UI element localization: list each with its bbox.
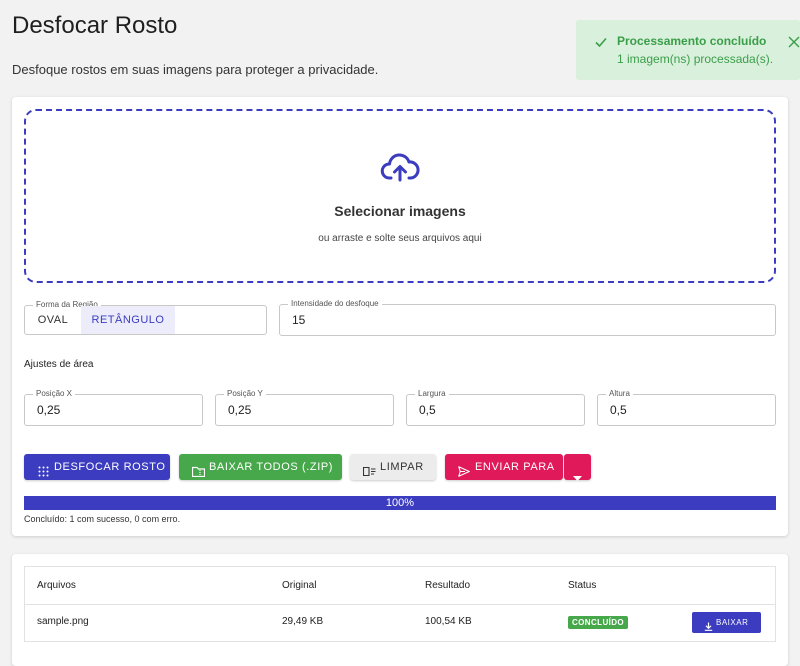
progress-percent: 100% <box>385 497 415 509</box>
check-icon <box>594 35 608 54</box>
header-status: Status <box>568 580 597 591</box>
clear-list-icon <box>362 461 376 487</box>
success-toast: Processamento concluído 1 imagem(ns) pro… <box>576 20 800 80</box>
height-input[interactable] <box>610 395 752 425</box>
dropzone-hint: ou arraste e solte seus arquivos aqui <box>318 233 482 244</box>
header-files: Arquivos <box>37 580 76 591</box>
toast-message: 1 imagem(ns) processada(s). <box>617 52 774 66</box>
header-divider <box>25 604 775 605</box>
row-result-size: 100,54 KB <box>425 616 472 627</box>
region-shape-toggle: Forma da Região OVAL RETÂNGULO <box>24 300 267 335</box>
row-file-name: sample.png <box>37 616 89 627</box>
position-y-input[interactable] <box>228 395 370 425</box>
shape-option-rectangle[interactable]: RETÂNGULO <box>81 306 175 334</box>
download-file-button[interactable]: BAIXAR <box>692 612 761 633</box>
blur-intensity-field: Intensidade do desfoque <box>279 299 776 336</box>
progress-status: Concluído: 1 com sucesso, 0 com erro. <box>24 514 181 524</box>
image-dropzone[interactable]: Selecionar imagens ou arraste e solte se… <box>24 109 776 283</box>
grid-blur-icon <box>38 461 49 487</box>
clear-label: LIMPAR <box>380 461 424 473</box>
cloud-upload-icon <box>380 151 420 188</box>
download-all-zip-button[interactable]: BAIXAR TODOS (.ZIP) <box>179 454 342 480</box>
blur-face-label: DESFOCAR ROSTO <box>54 461 166 473</box>
height-field: Altura <box>597 389 776 426</box>
header-original: Original <box>282 580 317 591</box>
send-to-button[interactable]: ENVIAR PARA <box>445 454 563 480</box>
folder-zip-icon <box>191 461 206 487</box>
files-table: Arquivos Original Resultado Status sampl… <box>24 566 776 642</box>
download-all-label: BAIXAR TODOS (.ZIP) <box>209 461 334 473</box>
position-y-field: Posição Y <box>215 389 394 426</box>
progress-bar: 100% <box>24 496 776 510</box>
position-x-field: Posição X <box>24 389 203 426</box>
caret-down-icon <box>573 465 582 491</box>
clear-button[interactable]: LIMPAR <box>350 454 436 480</box>
close-icon[interactable] <box>788 35 800 53</box>
position-x-input[interactable] <box>37 395 179 425</box>
area-adjustments-heading: Ajustes de área <box>24 359 94 370</box>
toast-title: Processamento concluído <box>617 34 767 48</box>
page-title: Desfocar Rosto <box>12 12 178 39</box>
send-to-label: ENVIAR PARA <box>475 461 555 473</box>
send-to-dropdown-button[interactable] <box>564 454 591 481</box>
download-file-label: BAIXAR <box>716 618 749 627</box>
width-input[interactable] <box>419 395 561 425</box>
send-icon <box>458 461 470 487</box>
blur-face-button[interactable]: DESFOCAR ROSTO <box>24 454 170 480</box>
shape-option-oval[interactable]: OVAL <box>25 306 81 334</box>
blur-intensity-input[interactable] <box>292 305 688 335</box>
status-badge: CONCLUÍDO <box>568 616 629 629</box>
row-original-size: 29,49 KB <box>282 616 324 627</box>
page-subtitle: Desfoque rostos em suas imagens para pro… <box>12 62 379 77</box>
dropzone-title: Selecionar imagens <box>334 203 466 219</box>
width-field: Largura <box>406 389 585 426</box>
download-icon <box>704 618 713 639</box>
header-result: Resultado <box>425 580 471 591</box>
